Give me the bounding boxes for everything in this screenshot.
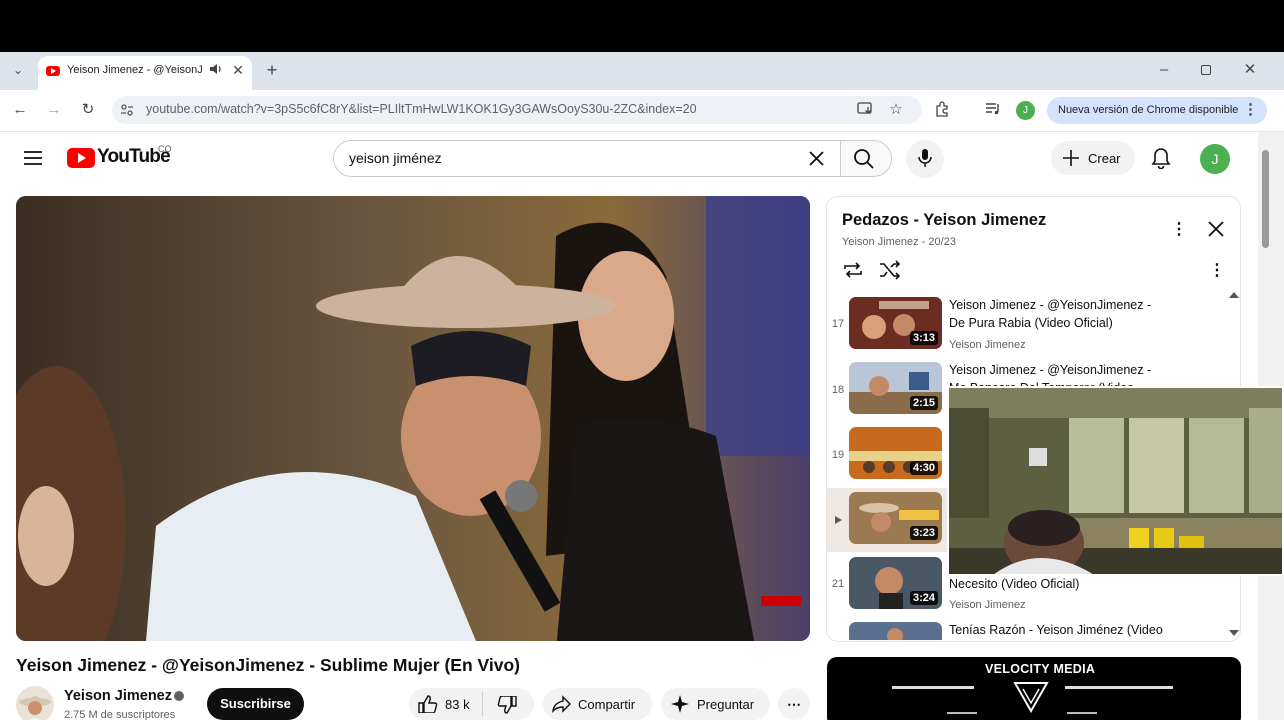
scrollbar-thumb[interactable] bbox=[1262, 150, 1269, 248]
clear-search-icon[interactable] bbox=[808, 150, 825, 172]
url-text: youtube.com/watch?v=3pS5c6fC8rY&list=PLI… bbox=[146, 102, 697, 116]
hamburger-menu-icon[interactable] bbox=[24, 150, 42, 171]
scroll-up-arrow-icon[interactable] bbox=[1229, 292, 1239, 298]
playlist-item-title[interactable]: Necesito (Video Oficial) bbox=[949, 575, 1189, 593]
restore-icon[interactable] bbox=[1201, 65, 1211, 75]
media-controls-icon[interactable] bbox=[985, 102, 1001, 121]
playlist-thumbnail[interactable] bbox=[849, 622, 942, 640]
playlist-item-channel: Yeison Jimenez bbox=[949, 339, 1026, 351]
ad-brand-label: VELOCITY MEDIA bbox=[985, 662, 1096, 676]
verified-badge-icon bbox=[174, 691, 184, 701]
search-icon bbox=[853, 148, 875, 175]
playlist-item-title[interactable]: Yeison Jimenez - @YeisonJimenez - Me Ban… bbox=[949, 361, 1189, 387]
playlist-item-index: 18 bbox=[831, 384, 845, 396]
playlist-thumbnail[interactable]: 3:23 bbox=[849, 492, 942, 544]
tab-audio-icon[interactable] bbox=[209, 62, 223, 81]
loop-icon[interactable] bbox=[842, 260, 864, 285]
playlist-item-title-line: Yeison Jimenez - @YeisonJimenez - bbox=[949, 298, 1152, 312]
playlist-thumbnail[interactable]: 4:30 bbox=[849, 427, 942, 479]
subscriber-count: 2.75 M de suscriptores bbox=[64, 709, 176, 720]
chrome-menu-icon[interactable]: ⋮ bbox=[1243, 100, 1258, 120]
video-duration: 4:30 bbox=[909, 461, 938, 475]
now-playing-icon bbox=[835, 516, 842, 524]
bookmark-star-icon[interactable]: ☆ bbox=[886, 100, 906, 120]
scroll-down-arrow-icon[interactable] bbox=[1229, 630, 1239, 636]
playlist-item-title-line: De Pura Rabia (Video Oficial) bbox=[949, 316, 1113, 330]
profile-avatar[interactable]: J bbox=[1016, 101, 1035, 120]
playlist-item-title[interactable]: Yeison Jimenez - @YeisonJimenez - De Pur… bbox=[949, 296, 1189, 332]
extensions-icon[interactable] bbox=[934, 100, 952, 123]
playlist-item-title-line: Yeison Jimenez - @YeisonJimenez - bbox=[949, 363, 1152, 377]
microphone-icon bbox=[917, 148, 933, 173]
video-player[interactable] bbox=[16, 196, 810, 641]
playlist-item-index: 17 bbox=[831, 318, 845, 330]
playlist-thumbnail[interactable]: 3:24 bbox=[849, 557, 942, 609]
notifications-bell-icon[interactable] bbox=[1151, 147, 1171, 174]
video-frame-image bbox=[16, 196, 810, 641]
like-button[interactable] bbox=[418, 695, 438, 718]
webcam-overlay bbox=[947, 386, 1284, 576]
youtube-logo-icon[interactable] bbox=[67, 148, 95, 168]
playlist-item-index: 19 bbox=[831, 449, 845, 461]
more-actions-icon[interactable]: ⋯ bbox=[778, 688, 810, 720]
share-icon bbox=[552, 695, 572, 718]
site-info-icon[interactable] bbox=[120, 103, 134, 122]
playlist-more-icon[interactable]: ⋮ bbox=[1170, 219, 1188, 239]
channel-name[interactable]: Yeison Jimenez bbox=[64, 688, 172, 704]
sparkle-icon bbox=[671, 695, 689, 718]
tab-title: Yeison Jimenez - @YeisonJi bbox=[67, 64, 203, 76]
new-tab-icon[interactable]: + bbox=[262, 60, 282, 80]
share-label: Compartir bbox=[578, 697, 636, 712]
subscribe-button[interactable]: Suscribirse bbox=[207, 688, 304, 720]
youtube-favicon-icon bbox=[46, 66, 60, 76]
search-input-value: yeison jiménez bbox=[349, 150, 442, 166]
video-duration: 3:23 bbox=[909, 526, 938, 540]
playlist-subtitle: Yeison Jimenez - 20/23 bbox=[842, 236, 956, 248]
playlist-item-channel: Yeison Jimenez bbox=[949, 599, 1026, 611]
playlist-thumbnail[interactable]: 3:13 bbox=[849, 297, 942, 349]
minimize-icon[interactable]: – bbox=[1154, 60, 1174, 80]
playlist-close-icon[interactable] bbox=[1208, 221, 1224, 242]
playlist-title[interactable]: Pedazos - Yeison Jimenez bbox=[842, 211, 1046, 230]
forward-icon[interactable]: → bbox=[44, 100, 64, 120]
back-icon[interactable]: ← bbox=[10, 100, 30, 120]
video-title: Yeison Jimenez - @YeisonJimenez - Sublim… bbox=[16, 655, 520, 675]
ask-label: Preguntar bbox=[697, 697, 755, 712]
playlist-item-title[interactable]: Tenías Razón - Yeison Jiménez (Video bbox=[949, 621, 1209, 639]
like-count: 83 k bbox=[445, 697, 470, 712]
video-duration: 3:24 bbox=[909, 591, 938, 605]
window-close-icon[interactable]: ✕ bbox=[1240, 60, 1260, 80]
shuffle-icon[interactable] bbox=[879, 260, 901, 285]
account-avatar[interactable]: J bbox=[1200, 144, 1230, 174]
channel-avatar[interactable] bbox=[16, 686, 54, 720]
webcam-feed-image bbox=[949, 388, 1282, 574]
playlist-options-icon[interactable]: ⋮ bbox=[1208, 260, 1226, 280]
tab-close-icon[interactable]: ✕ bbox=[229, 60, 247, 80]
like-divider bbox=[482, 692, 483, 716]
video-duration: 2:15 bbox=[909, 396, 938, 410]
playlist-thumbnail[interactable]: 2:15 bbox=[849, 362, 942, 414]
create-label: Crear bbox=[1088, 151, 1121, 166]
reload-icon[interactable]: ↻ bbox=[78, 100, 98, 120]
chrome-update-label: Nueva versión de Chrome disponible bbox=[1058, 104, 1239, 116]
tab-search-chevron-icon[interactable]: ⌄ bbox=[8, 60, 28, 80]
video-duration: 3:13 bbox=[909, 331, 938, 345]
dislike-icon[interactable] bbox=[497, 695, 517, 719]
install-app-icon[interactable] bbox=[857, 101, 874, 122]
country-code: CO bbox=[158, 144, 172, 154]
playlist-item-index: 21 bbox=[831, 578, 845, 590]
plus-icon bbox=[1062, 149, 1080, 172]
